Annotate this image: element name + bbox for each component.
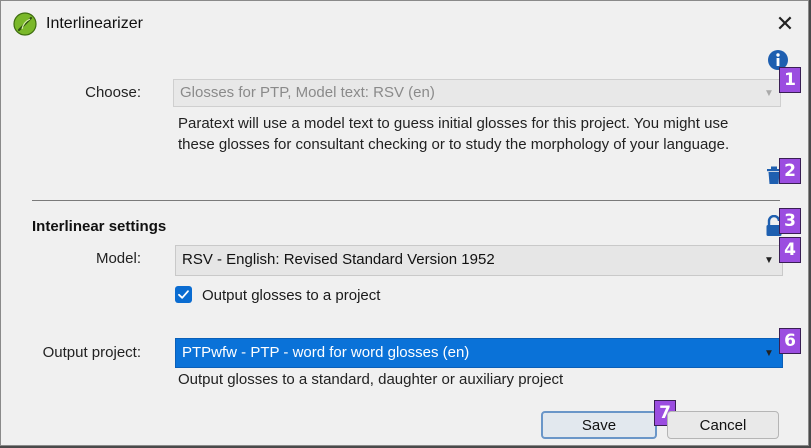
- save-button[interactable]: Save: [541, 411, 657, 439]
- section-divider: [32, 200, 780, 201]
- badge-4: 4: [779, 237, 801, 263]
- output-project-dropdown[interactable]: PTPwfw - PTP - word for word glosses (en…: [175, 338, 783, 368]
- window-title: Interlinearizer: [46, 15, 143, 32]
- chevron-down-icon: ▼: [764, 347, 774, 359]
- cancel-button[interactable]: Cancel: [667, 411, 779, 439]
- output-project-hint: Output glosses to a standard, daughter o…: [178, 371, 564, 388]
- output-project-label: Output project:: [42, 344, 141, 361]
- check-icon: [178, 290, 189, 299]
- interlinearizer-dialog: Interlinearizer ✕ Choose: Glosses for PT…: [0, 0, 809, 446]
- chevron-down-icon: ▼: [764, 255, 774, 266]
- choose-description-line2: these glosses for consultant checking or…: [178, 136, 730, 153]
- badge-2: 2: [779, 158, 801, 184]
- choose-dropdown[interactable]: Glosses for PTP, Model text: RSV (en): [173, 79, 781, 107]
- close-button[interactable]: ✕: [762, 1, 808, 47]
- choose-label: Choose:: [85, 84, 141, 101]
- badge-1: 1: [779, 67, 801, 93]
- badge-6: 6: [779, 328, 801, 354]
- output-glosses-label[interactable]: Output glosses to a project: [202, 287, 380, 304]
- model-label: Model:: [95, 250, 141, 267]
- title-bar: Interlinearizer ✕: [1, 1, 808, 47]
- section-heading: Interlinear settings: [32, 218, 167, 235]
- chevron-down-icon: ▼: [764, 87, 774, 99]
- choose-description-line1: Paratext will use a model text to guess …: [178, 115, 729, 132]
- output-glosses-checkbox[interactable]: [175, 286, 192, 303]
- close-icon: ✕: [775, 11, 795, 36]
- leaf-icon: [13, 12, 37, 36]
- badge-3: 3: [779, 208, 801, 234]
- model-dropdown[interactable]: RSV - English: Revised Standard Version …: [175, 245, 783, 276]
